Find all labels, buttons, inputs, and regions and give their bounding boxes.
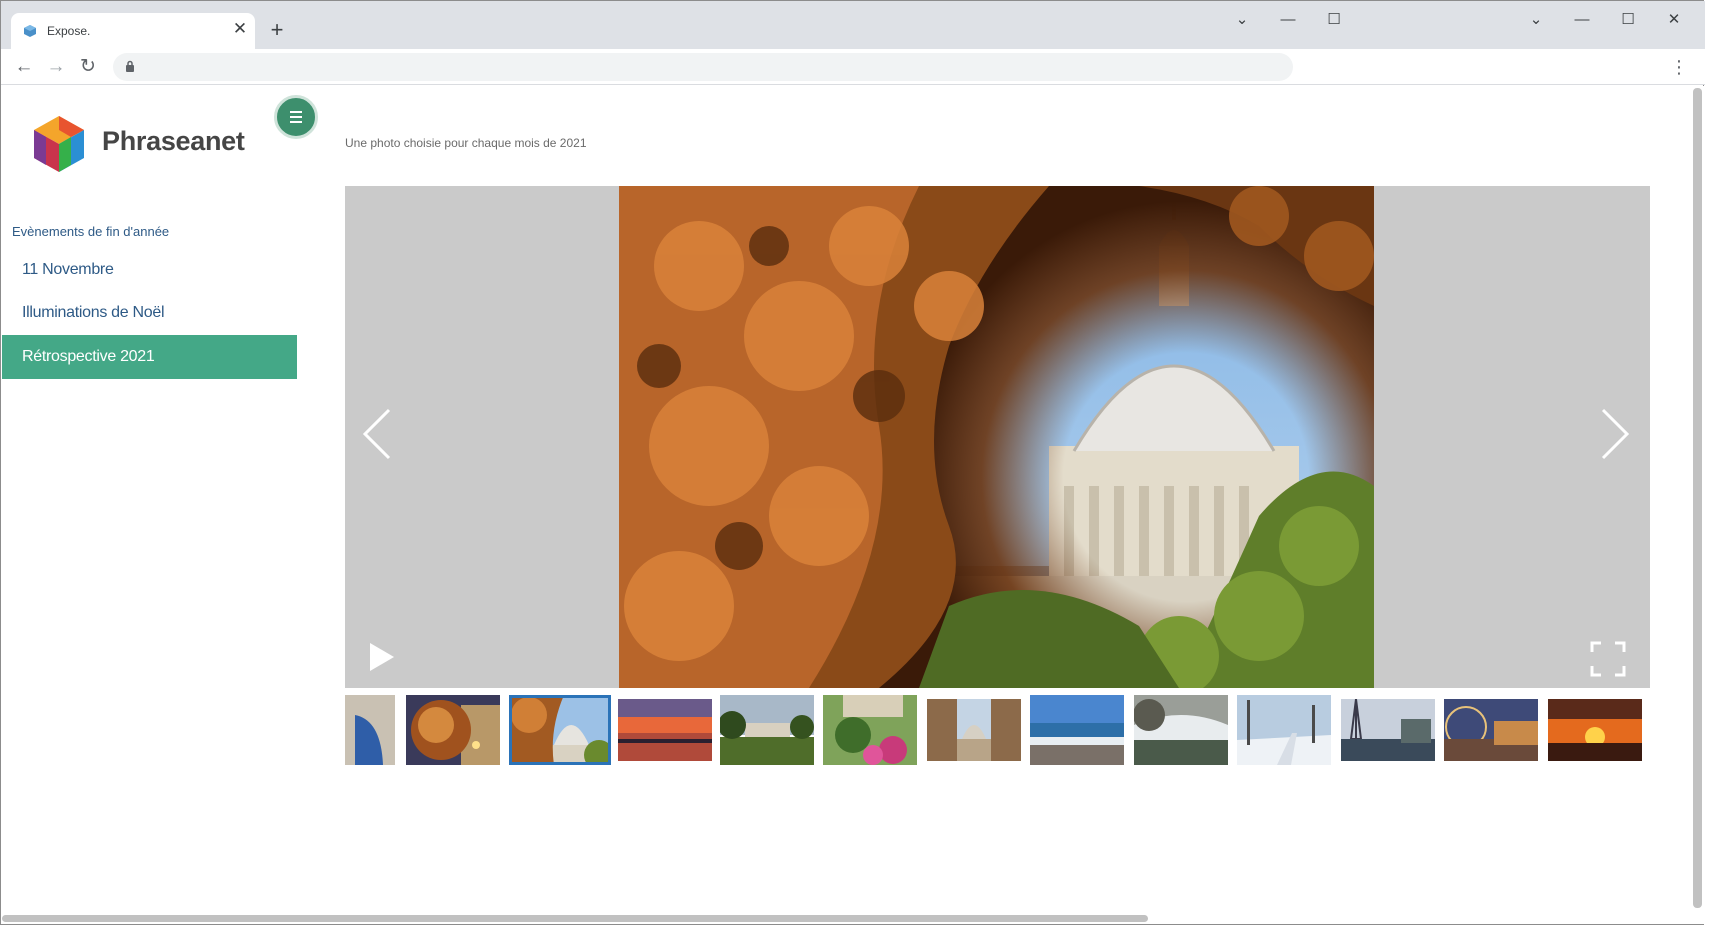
sidebar-item-illuminations-noel[interactable]: Illuminations de Noël	[2, 291, 297, 335]
thumbnail[interactable]	[1237, 695, 1331, 765]
tab-search-icon-outer[interactable]: ⌄	[1513, 7, 1559, 33]
sidebar-item-11-novembre[interactable]: 11 Novembre	[2, 248, 297, 292]
reload-icon[interactable]: ↻	[75, 54, 101, 80]
new-tab-button[interactable]: +	[265, 18, 289, 42]
thumbnail-strip	[345, 695, 1650, 767]
menu-toggle-button[interactable]	[274, 95, 318, 139]
lock-icon	[126, 60, 134, 72]
sidebar-item-retrospective-2021[interactable]: Rétrospective 2021	[2, 335, 297, 379]
thumbnail[interactable]	[927, 699, 1021, 761]
thumbnail[interactable]	[1341, 699, 1435, 761]
phraseanet-logo	[34, 116, 84, 172]
play-icon[interactable]	[367, 640, 397, 674]
address-bar[interactable]	[113, 53, 1293, 81]
minimize-icon-outer[interactable]: —	[1559, 7, 1605, 33]
thumbnail[interactable]	[823, 695, 917, 765]
favicon-icon	[24, 25, 36, 37]
section-title: Evènements de fin d'année	[12, 224, 170, 239]
window-frame: Expose. ✕ + ⌄ — ☐ ⌄ — ☐ ✕ ← → ↻ ⋮ Phrase…	[0, 0, 1705, 925]
thumbnail[interactable]	[720, 695, 814, 765]
chevron-left-icon[interactable]	[357, 406, 397, 462]
browser-tab[interactable]: Expose. ✕	[11, 13, 255, 49]
slideshow-stage	[345, 186, 1650, 688]
chevron-right-icon[interactable]	[1595, 406, 1635, 462]
thumbnail[interactable]	[1134, 695, 1228, 765]
browser-window: Expose. ✕ + ⌄ — ☐ ⌄ — ☐ ✕ ← → ↻ ⋮ Phrase…	[0, 0, 1711, 925]
tab-strip: Expose. ✕ + ⌄ — ☐ ⌄ — ☐ ✕	[1, 1, 1705, 49]
thumbnail[interactable]	[618, 699, 712, 761]
brand-name: Phraseanet	[102, 126, 245, 156]
gallery-description: Une photo choisie pour chaque mois de 20…	[345, 136, 587, 150]
thumbnail-selected[interactable]	[509, 695, 611, 765]
tab-search-icon[interactable]: ⌄	[1219, 7, 1265, 33]
maximize-icon[interactable]: ☐	[1311, 7, 1357, 33]
close-window-icon[interactable]: ✕	[1651, 7, 1697, 33]
thumbnail[interactable]	[1548, 699, 1642, 761]
thumbnail[interactable]	[345, 695, 395, 765]
browser-menu-icon[interactable]: ⋮	[1669, 54, 1689, 80]
vertical-scrollbar[interactable]	[1693, 88, 1702, 908]
maximize-icon-outer[interactable]: ☐	[1605, 7, 1651, 33]
tab-title: Expose.	[47, 24, 91, 38]
minimize-icon[interactable]: —	[1265, 7, 1311, 33]
browser-toolbar: ← → ↻ ⋮	[1, 49, 1705, 85]
fullscreen-icon[interactable]	[1589, 640, 1627, 678]
tab-close-icon[interactable]: ✕	[229, 18, 251, 40]
horizontal-scrollbar[interactable]	[2, 915, 1148, 922]
main-photo[interactable]	[619, 186, 1374, 688]
back-arrow-icon[interactable]: ←	[11, 54, 37, 80]
forward-arrow-icon[interactable]: →	[43, 54, 69, 80]
page-viewport: Phraseanet Evènements de fin d'année 11 …	[2, 86, 1705, 924]
thumbnail[interactable]	[1444, 699, 1538, 761]
thumbnail[interactable]	[1030, 695, 1124, 765]
thumbnail[interactable]	[406, 695, 500, 765]
